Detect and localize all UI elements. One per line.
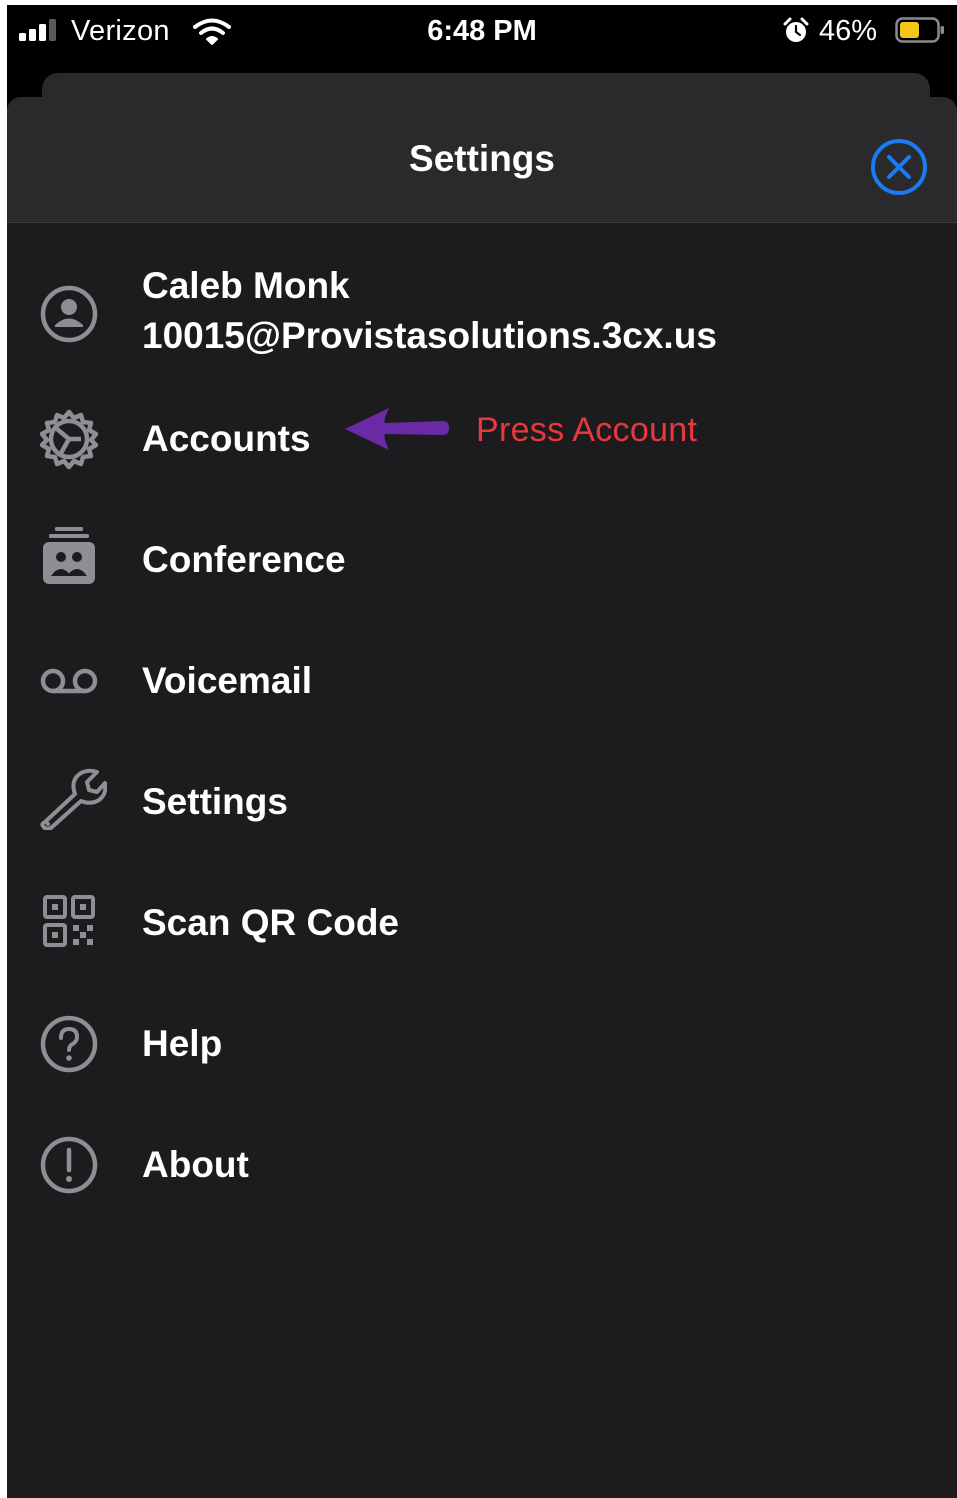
wrench-icon [37, 766, 107, 830]
close-button[interactable] [869, 137, 929, 197]
menu-label-settings: Settings [142, 781, 288, 822]
profile-email: 10015@Provistasolutions.3cx.us [142, 315, 717, 356]
info-icon [37, 1133, 101, 1197]
profile-item[interactable]: Caleb Monk 10015@Provistasolutions.3cx.u… [7, 223, 957, 373]
menu-label-conference: Conference [142, 539, 346, 580]
menu-label-accounts: Accounts [142, 418, 311, 459]
settings-sheet: Settings Caleb Monk 10015@Provistasoluti… [7, 97, 957, 1498]
status-bar: Verizon 6:48 PM 46% [7, 5, 957, 65]
qr-code-icon [37, 891, 101, 955]
menu-label-about: About [142, 1144, 249, 1185]
battery-icon [895, 17, 945, 43]
menu-item-conference[interactable]: Conference [7, 510, 957, 610]
menu-label-scan-qr-code: Scan QR Code [142, 902, 399, 943]
close-icon [871, 139, 927, 195]
menu-item-about[interactable]: About [7, 1115, 957, 1215]
battery-percent: 46% [819, 15, 878, 47]
status-time: 6:48 PM [427, 15, 537, 47]
alarm-icon [782, 17, 810, 45]
menu-item-scan-qr-code[interactable]: Scan QR Code [7, 873, 957, 973]
sheet-header: Settings [7, 97, 957, 223]
voicemail-icon [37, 649, 101, 713]
menu-item-settings[interactable]: Settings [7, 752, 957, 852]
menu-label-voicemail: Voicemail [142, 660, 313, 701]
phone-screen: Verizon 6:48 PM 46% Settings Caleb Monk … [7, 5, 957, 1498]
menu-item-help[interactable]: Help [7, 994, 957, 1094]
menu-item-voicemail[interactable]: Voicemail [7, 631, 957, 731]
profile-name: Caleb Monk [142, 265, 350, 306]
page-title: Settings [409, 138, 555, 179]
help-icon [37, 1012, 101, 1076]
user-circle-icon [37, 282, 101, 346]
annotation-text: Press Account [476, 411, 698, 449]
menu-label-help: Help [142, 1023, 223, 1064]
conference-icon [37, 524, 101, 588]
gear-icon [37, 407, 101, 471]
arrow-left-icon [343, 406, 451, 452]
